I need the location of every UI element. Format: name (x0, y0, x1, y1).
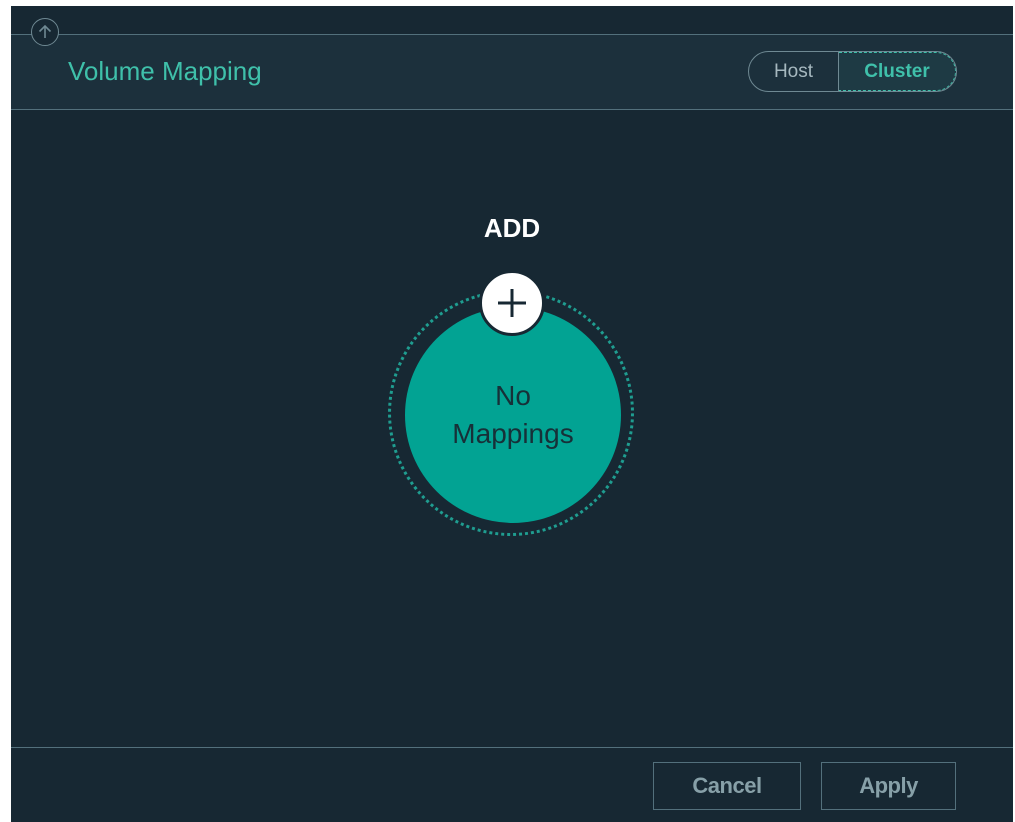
host-cluster-toggle[interactable]: Host Cluster (748, 51, 957, 92)
add-label: ADD (483, 213, 541, 243)
empty-state-line1: No (495, 380, 531, 411)
arrow-up-circle-icon (38, 24, 52, 38)
no-mappings-bubble: No Mappings (405, 307, 621, 523)
plus-icon (498, 289, 526, 317)
panel-footer: Cancel Apply (11, 747, 1013, 822)
apply-button[interactable]: Apply (821, 762, 956, 810)
empty-state-line2: Mappings (452, 418, 574, 449)
add-mapping-button[interactable] (479, 270, 545, 336)
toggle-cluster[interactable]: Cluster (839, 52, 956, 91)
cancel-button[interactable]: Cancel (653, 762, 801, 810)
panel-title: Volume Mapping (68, 56, 262, 86)
volume-mapping-panel: Volume Mapping Host Cluster ADD No Mappi… (11, 6, 1013, 822)
collapse-button[interactable] (31, 18, 59, 46)
toggle-host[interactable]: Host (749, 52, 839, 91)
